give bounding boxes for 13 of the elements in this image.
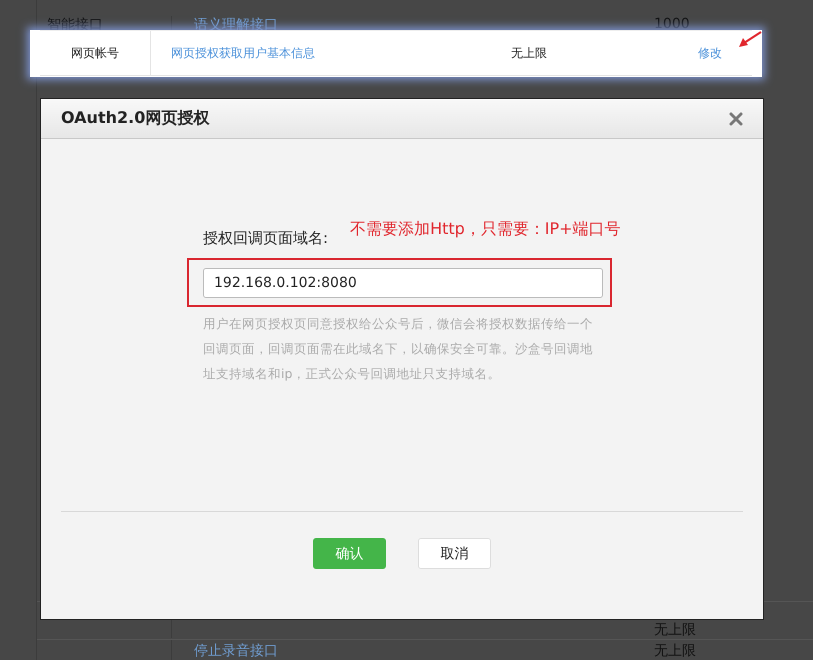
field-label: 授权回调页面域名: — [203, 229, 328, 249]
close-icon[interactable] — [729, 112, 743, 126]
annotation-text: 不需要添加Http，只需要：IP+端口号 — [350, 219, 621, 240]
dialog-title: OAuth2.0网页授权 — [61, 108, 210, 129]
category-text: 网页帐号 — [40, 31, 151, 75]
quota-text: 无上限 — [511, 44, 548, 62]
help-text: 用户在网页授权页同意授权给公众号后，微信会将授权数据传给一个回调页面，回调页面需在此域名下，以确保安全可靠。沙盒号回调地址支持域名和ip，正式公众号回调地址只支持域名。 — [203, 315, 594, 383]
annotation-arrow — [738, 31, 762, 49]
interface-link[interactable]: 停止录音接口 — [172, 642, 634, 660]
domain-input[interactable]: 192.168.0.102:8080 — [203, 268, 603, 298]
cancel-button[interactable]: 取消 — [418, 538, 491, 569]
edit-link[interactable]: 修改 — [661, 44, 752, 62]
confirm-button[interactable]: 确认 — [313, 538, 386, 569]
